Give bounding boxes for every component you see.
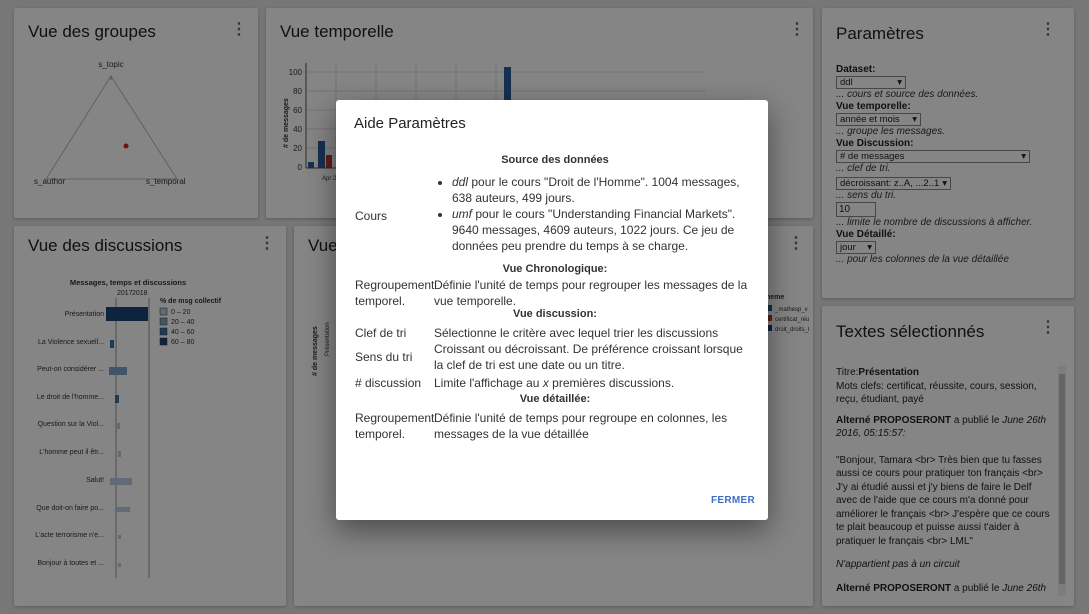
count-text: Limite l'affichage au x premières discus… [434, 375, 755, 391]
clef-label: Clef de tri [355, 326, 407, 340]
regroup2-label: Regroupement temporel. [355, 411, 435, 441]
sens-row: Sens du tri Croissant ou décroissant. De … [355, 341, 755, 373]
sens-label: Sens du tri [355, 350, 413, 364]
regroup2-text: Définie l'unité de temps pour regroupe e… [434, 411, 728, 441]
count-row: # discussion Limite l'affichage au x prem… [355, 375, 755, 391]
dialog-body: Source des données Cours ddl pour le cou… [355, 150, 755, 442]
cours-list: ddl pour le cours "Droit de l'Homme". 10… [434, 174, 755, 254]
regroup-label: Regroupement temporel. [355, 278, 435, 308]
help-dialog: Aide Paramètres Source des données Cours… [336, 100, 768, 520]
chrono-heading: Vue Chronologique: [502, 263, 608, 275]
count-text-b: premières discussions. [548, 376, 675, 390]
cours-row: Cours ddl pour le cours "Droit de l'Homm… [355, 174, 755, 254]
source-heading: Source des données [501, 154, 609, 166]
close-button[interactable]: FERMER [711, 495, 755, 506]
clef-row: Clef de tri Sélectionne le critère avec l… [355, 325, 755, 341]
sens-text: Croissant ou décroissant. De préférence … [434, 342, 743, 372]
cours-ddl-text: pour le cours "Droit de l'Homme". 1004 m… [452, 175, 740, 205]
regroup2-row: Regroupement temporel. Définie l'unité de… [355, 410, 755, 442]
dialog-title: Aide Paramètres [354, 115, 466, 132]
count-label: # discussion [355, 376, 422, 390]
clef-text: Sélectionne le critère avec lequel trier… [434, 326, 719, 340]
regroup-row: Regroupement temporel. Définie l'unité de… [355, 277, 755, 309]
detail-heading: Vue détaillée: [519, 393, 591, 405]
cours-umf: umf pour le cours "Understanding Financi… [452, 206, 755, 254]
cours-umf-name: umf [452, 207, 473, 221]
regroup-text: Définie l'unité de temps pour regrouper … [434, 278, 748, 308]
cours-ddl-name: ddl [452, 175, 469, 189]
cours-label: Cours [355, 209, 388, 223]
cours-ddl: ddl pour le cours "Droit de l'Homme". 10… [452, 174, 755, 206]
cours-umf-text: pour le cours "Understanding Financial M… [452, 207, 736, 253]
count-text-a: Limite l'affichage au [434, 376, 543, 390]
